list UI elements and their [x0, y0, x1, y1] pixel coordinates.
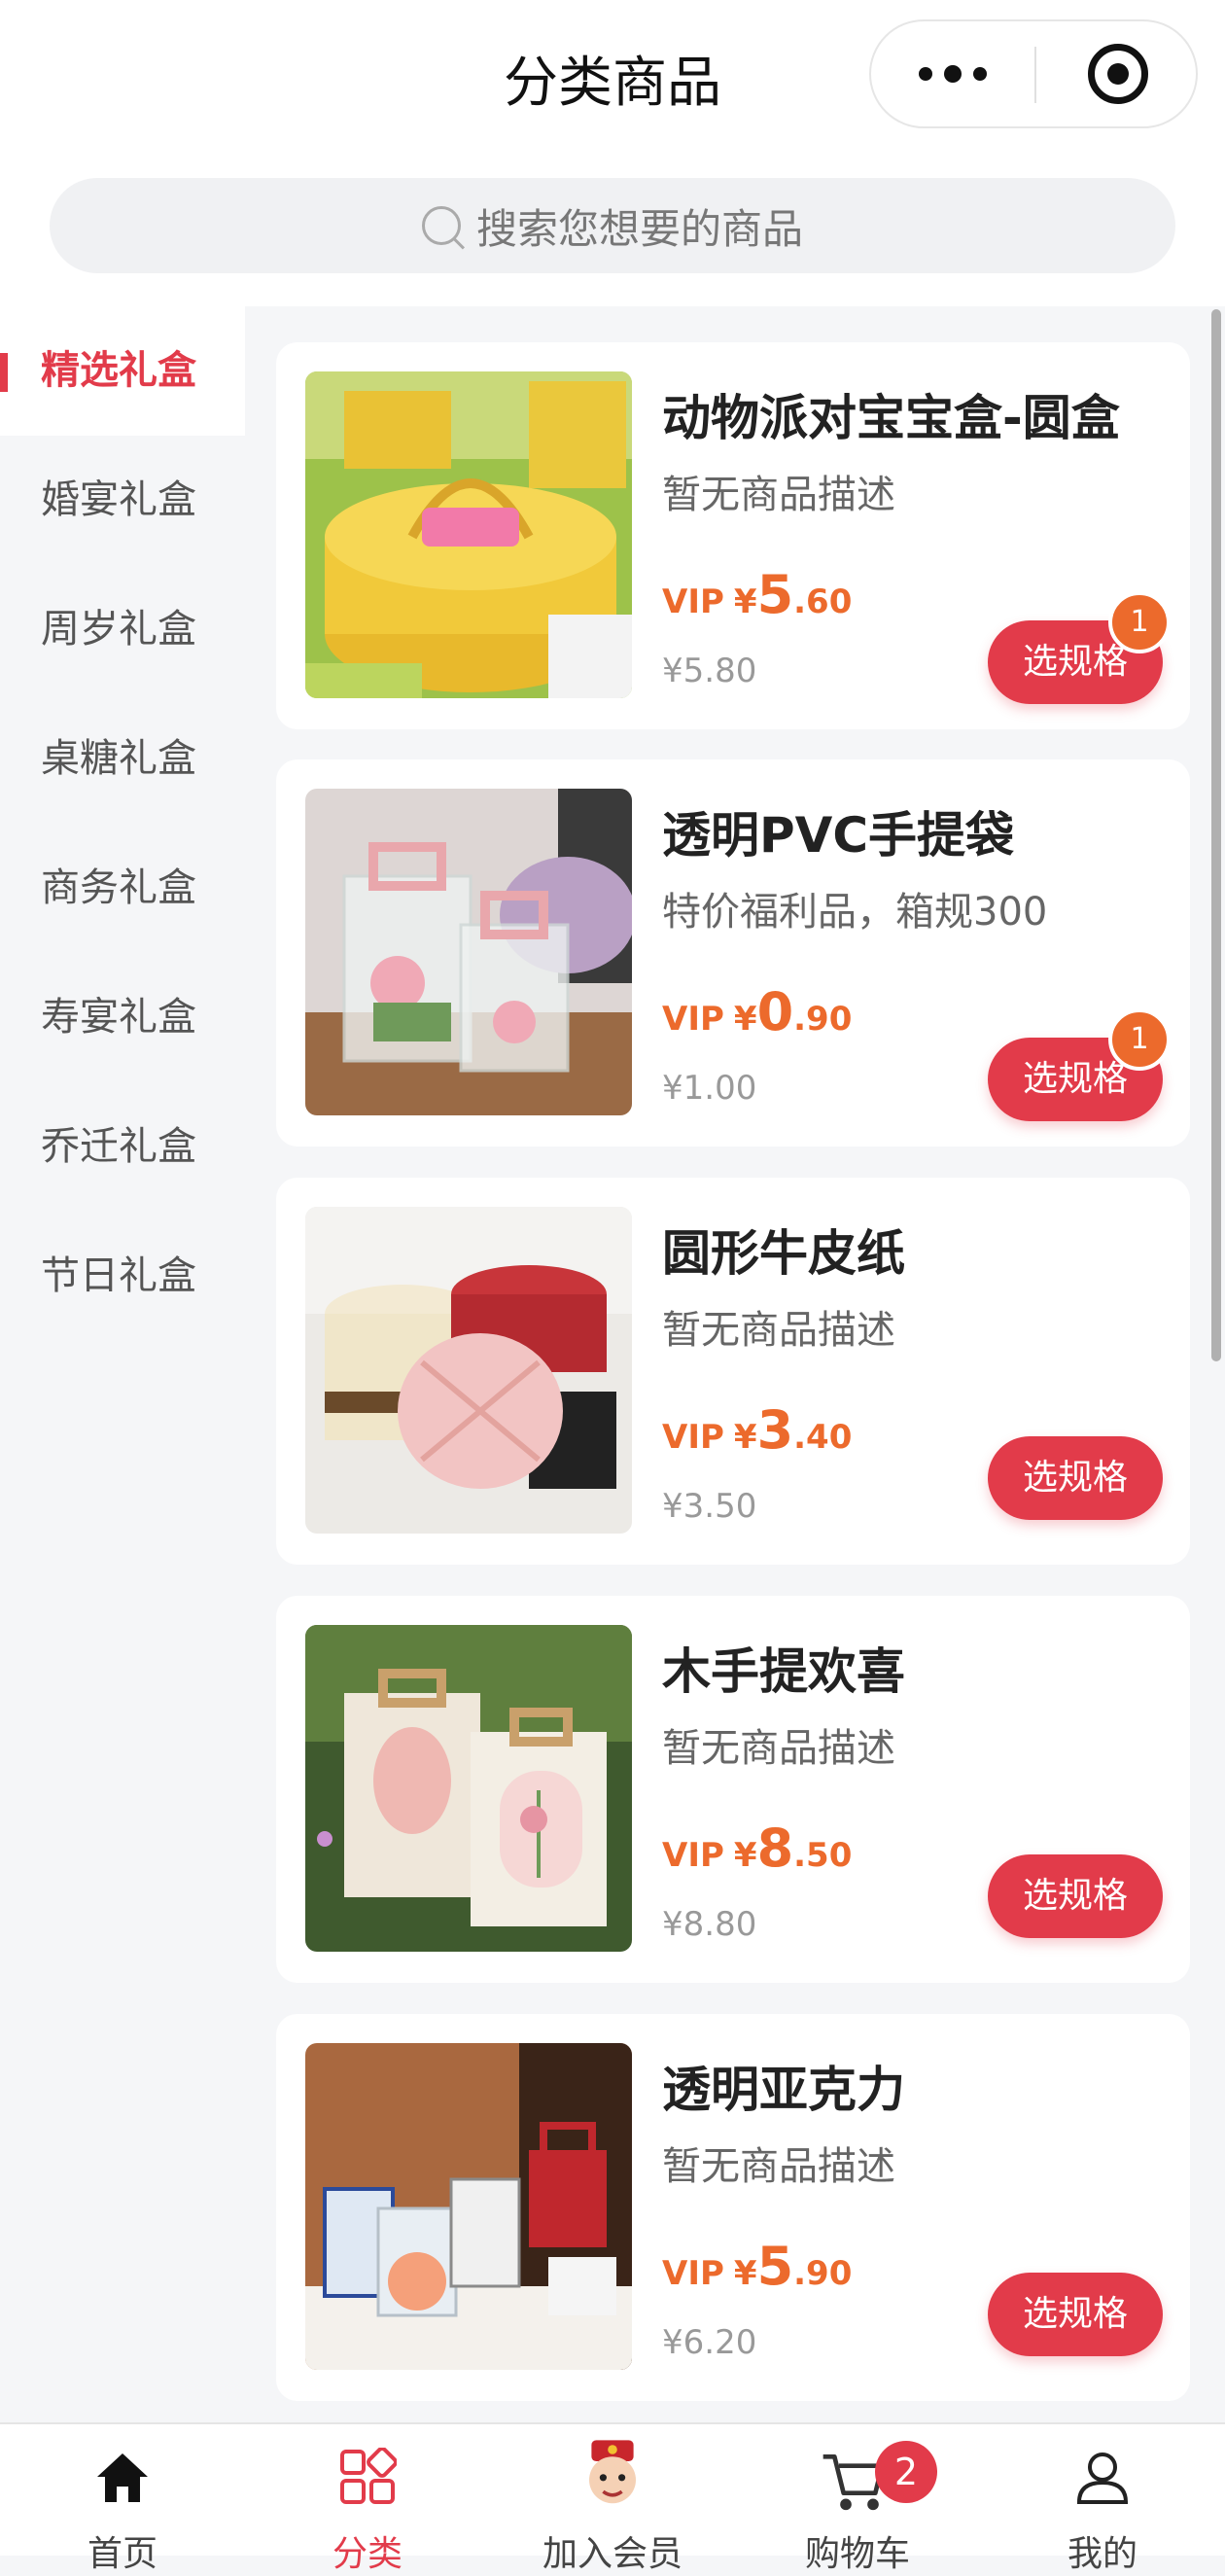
- vip-price: VIP ¥8.50: [662, 1817, 852, 1879]
- product-card[interactable]: 透明PVC手提袋 特价福利品，箱规300 VIP ¥0.90 ¥1.00 选规格 …: [276, 759, 1190, 1147]
- price-integer: 8: [756, 1817, 794, 1879]
- vip-label: VIP: [662, 1836, 724, 1875]
- original-price: ¥3.50: [662, 1487, 757, 1526]
- currency-symbol: ¥: [733, 582, 757, 621]
- price-decimal: .60: [793, 582, 853, 621]
- tab-label: 分类: [332, 2534, 402, 2574]
- price-integer: 0: [756, 981, 794, 1042]
- product-image[interactable]: [305, 789, 632, 1115]
- product-name: 木手提欢喜: [662, 1643, 905, 1700]
- product-list: 动物派对宝宝盒-圆盒 暂无商品描述 VIP¥5.60 ¥5.80 选规格 1: [245, 306, 1225, 2422]
- original-price: ¥8.80: [662, 1905, 757, 1944]
- price-decimal: .50: [793, 1836, 853, 1875]
- product-description: 暂无商品描述: [662, 473, 895, 517]
- vip-label: VIP: [662, 1418, 724, 1457]
- sidebar-item[interactable]: 婚宴礼盒: [0, 436, 245, 565]
- product-name: 透明亚克力: [662, 2062, 905, 2118]
- product-image[interactable]: [305, 1207, 632, 1534]
- vip-label: VIP: [662, 2254, 724, 2293]
- sidebar-item[interactable]: 桌糖礼盒: [0, 694, 245, 824]
- bottom-tab-bar: 首页 分类 加入会员 购物车 我的: [0, 2422, 1225, 2574]
- tab-category[interactable]: 分类: [245, 2424, 490, 2574]
- product-card[interactable]: 透明亚克力 暂无商品描述 VIP ¥5.90 ¥6.20 选规格: [276, 2014, 1190, 2401]
- search-input[interactable]: 搜索您想要的商品: [50, 178, 1175, 273]
- select-spec-button[interactable]: 选规格: [988, 1436, 1163, 1520]
- product-description: 暂无商品描述: [662, 1726, 895, 1771]
- home-icon: [97, 2453, 148, 2502]
- category-icon: [340, 2448, 397, 2504]
- product-image[interactable]: [305, 2043, 632, 2370]
- user-icon: [1076, 2452, 1129, 2504]
- close-miniprogram-icon[interactable]: [1088, 44, 1148, 104]
- product-description: 暂无商品描述: [662, 1308, 895, 1353]
- product-image[interactable]: [305, 371, 632, 698]
- product-name: 圆形牛皮纸: [662, 1225, 905, 1282]
- tab-cart[interactable]: 购物车: [735, 2424, 980, 2574]
- category-sidebar: 精选礼盒 婚宴礼盒 周岁礼盒 桌糖礼盒 商务礼盒 寿宴礼盒 乔迁礼盒 节日礼盒: [0, 306, 245, 2422]
- sidebar-item[interactable]: 乔迁礼盒: [0, 1082, 245, 1212]
- dot-icon: [944, 65, 962, 83]
- tab-home[interactable]: 首页: [0, 2424, 245, 2574]
- tab-label: 我的: [1067, 2534, 1138, 2574]
- sidebar-item-selected[interactable]: 精选礼盒: [0, 306, 245, 436]
- sidebar-item[interactable]: 节日礼盒: [0, 1212, 245, 1341]
- vip-price: VIP ¥5.90: [662, 2236, 852, 2297]
- cart-count-badge: 1: [1108, 591, 1171, 653]
- tab-profile[interactable]: 我的: [980, 2424, 1225, 2574]
- cart-count-badge: 1: [1108, 1008, 1171, 1071]
- product-card[interactable]: 动物派对宝宝盒-圆盒 暂无商品描述 VIP ¥5.60 ¥5.80 选规格 1: [276, 342, 1190, 729]
- product-card[interactable]: 圆形牛皮纸 暂无商品描述 VIP ¥3.40 ¥3.50 选规格: [276, 1178, 1190, 1565]
- more-menu-button[interactable]: [871, 21, 1034, 126]
- product-card[interactable]: 木手提欢喜 暂无商品描述 VIP ¥8.50 ¥8.80 选规格: [276, 1596, 1190, 1983]
- currency-symbol: ¥: [733, 2254, 757, 2293]
- price-integer: 3: [756, 1399, 794, 1461]
- mascot-icon: [589, 2440, 636, 2504]
- tab-label: 购物车: [804, 2534, 910, 2574]
- product-description: 暂无商品描述: [662, 2144, 895, 2189]
- select-spec-button[interactable]: 选规格: [988, 1854, 1163, 1938]
- price-decimal: .40: [793, 1418, 853, 1457]
- capsule-divider: [1034, 47, 1036, 103]
- product-image[interactable]: [305, 1625, 632, 1952]
- vip-price: VIP ¥5.60: [662, 564, 852, 625]
- sidebar-item[interactable]: 周岁礼盒: [0, 565, 245, 694]
- cart-badge: 2: [875, 2441, 937, 2503]
- price-integer: 5: [756, 564, 794, 625]
- select-spec-button[interactable]: 选规格: [988, 2273, 1163, 2356]
- currency-symbol: ¥: [733, 1836, 757, 1875]
- vip-label: VIP: [662, 582, 724, 621]
- original-price: ¥6.20: [662, 2323, 757, 2362]
- vip-price: VIP ¥0.90: [662, 981, 852, 1042]
- header: 分类商品 搜索您想要的商品: [0, 0, 1225, 306]
- currency-symbol: ¥: [733, 1418, 757, 1457]
- product-name: 动物派对宝宝盒-圆盒: [662, 390, 1120, 446]
- tab-join-member[interactable]: 加入会员: [490, 2424, 735, 2574]
- vip-label: VIP: [662, 1000, 724, 1039]
- original-price: ¥5.80: [662, 652, 757, 690]
- scrollbar[interactable]: [1211, 309, 1221, 1361]
- search-placeholder: 搜索您想要的商品: [475, 204, 803, 253]
- original-price: ¥1.00: [662, 1069, 757, 1108]
- sidebar-item[interactable]: 商务礼盒: [0, 824, 245, 953]
- tab-label: 加入会员: [542, 2534, 682, 2574]
- tab-label: 首页: [87, 2534, 158, 2574]
- price-decimal: .90: [793, 1000, 853, 1039]
- search-icon: [421, 206, 461, 245]
- sidebar-item[interactable]: 寿宴礼盒: [0, 953, 245, 1082]
- product-description: 特价福利品，箱规300: [662, 890, 1048, 935]
- mini-program-capsule: [869, 19, 1198, 128]
- currency-symbol: ¥: [733, 1000, 757, 1039]
- price-decimal: .90: [793, 2254, 853, 2293]
- vip-price: VIP ¥3.40: [662, 1399, 852, 1461]
- dot-icon: [973, 67, 987, 81]
- product-name: 透明PVC手提袋: [662, 807, 1015, 864]
- price-integer: 5: [756, 2236, 794, 2297]
- dot-icon: [919, 67, 932, 81]
